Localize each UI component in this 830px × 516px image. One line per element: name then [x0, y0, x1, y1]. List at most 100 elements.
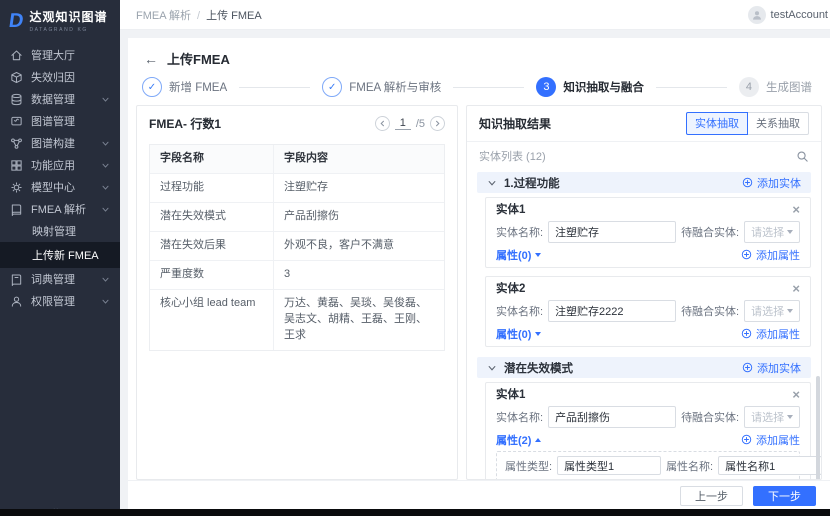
tab-relation-extract[interactable]: 关系抽取 — [747, 112, 809, 135]
breadcrumb: FMEA 解析 / 上传 FMEA — [136, 7, 262, 23]
add-attr-link[interactable]: 添加属性 — [741, 432, 800, 448]
wizard-footer: 上一步 下一步 — [128, 480, 830, 510]
logo-icon: D — [7, 9, 25, 32]
section-process-function[interactable]: 1.过程功能 添加实体 — [477, 172, 811, 193]
tab-entity-extract[interactable]: 实体抽取 — [686, 112, 748, 135]
sidebar-item-data-management[interactable]: 数据管理 — [0, 88, 120, 110]
field-name: 核心小组 lead team — [150, 289, 274, 350]
attr-name-input[interactable] — [718, 456, 821, 475]
grid-icon — [11, 159, 22, 171]
merge-entity-select[interactable]: 请选择 — [744, 300, 800, 322]
page-title: 上传FMEA — [167, 52, 230, 67]
caret-down-icon — [535, 331, 542, 336]
add-attr-link[interactable]: 添加属性 — [741, 247, 800, 263]
chevron-down-icon — [102, 185, 109, 190]
step-new-fmea: ✓ 新增 FMEA — [142, 77, 227, 97]
merge-entity-select[interactable]: 请选择 — [744, 221, 800, 243]
topbar: FMEA 解析 / 上传 FMEA testAccount — [120, 0, 830, 30]
step-check-icon: ✓ — [142, 77, 162, 97]
close-icon[interactable]: × — [792, 388, 800, 401]
table-row: 严重度数 3 — [150, 260, 444, 290]
fmea-panel-header: FMEA- 行数1 1 /5 — [137, 106, 457, 139]
breadcrumb-section[interactable]: FMEA 解析 — [136, 10, 191, 22]
entity-card-title: 实体1 — [496, 389, 526, 401]
back-arrow-icon[interactable]: ← — [144, 52, 158, 66]
search-icon[interactable] — [796, 150, 809, 163]
breadcrumb-separator: / — [197, 9, 201, 22]
field-value: 万达、黄磊、吴琰、吴俊磊、吴志文、胡精、王磊、王刚、王求 — [284, 296, 427, 341]
table-row: 过程功能 注塑贮存 — [150, 173, 444, 203]
sidebar-item-mapping-management[interactable]: 映射管理 — [0, 220, 120, 242]
sidebar-item-graph-management[interactable]: 图谱管理 — [0, 110, 120, 132]
attr-type-input[interactable] — [557, 456, 662, 475]
field-name: 严重度数 — [150, 260, 274, 289]
plus-circle-icon — [742, 177, 753, 188]
prev-page-button[interactable] — [374, 116, 390, 131]
sidebar-nav: 管理大厅 失效归因 数据管理 图谱管理 图谱构建 功能应用 模型中心 FMEA … — [0, 40, 120, 312]
table-row: 潜在失效模式 产品刮擦伤 — [150, 202, 444, 232]
gear-icon — [11, 181, 22, 193]
attr-row: 属性(0) 添加属性 — [496, 247, 800, 263]
field-value: 3 — [284, 267, 291, 280]
page-header: ← 上传FMEA — [128, 38, 830, 68]
sidebar-item-fmea-parse[interactable]: FMEA 解析 — [0, 198, 120, 220]
entity-card: 实体2 × 实体名称: 待融合实体: 请选择 属性 — [485, 276, 811, 347]
entity-card-title: 实体1 — [496, 204, 526, 216]
stepper: ✓ 新增 FMEA ✓ FMEA 解析与审核 3 知识抽取与融合 4 生成图谱 — [128, 68, 830, 105]
sidebar-item-dictionary-management[interactable]: 词典管理 — [0, 268, 120, 290]
entity-name-input[interactable] — [548, 406, 677, 428]
user-menu[interactable]: testAccount — [747, 5, 828, 24]
add-entity-link[interactable]: 添加实体 — [742, 175, 801, 191]
attr-toggle[interactable]: 属性(2) — [496, 432, 542, 448]
entity-card-header: 实体1 × — [496, 203, 800, 217]
sidebar-item-failure-attribution[interactable]: 失效归因 — [0, 66, 120, 88]
entity-card-title: 实体2 — [496, 283, 526, 295]
sidebar-item-management-hall[interactable]: 管理大厅 — [0, 44, 120, 66]
table-row: 潜在失效后果 外观不良，客户不满意 — [150, 231, 444, 261]
add-entity-link[interactable]: 添加实体 — [742, 360, 801, 376]
merge-entity-select[interactable]: 请选择 — [744, 406, 800, 428]
close-icon[interactable]: × — [792, 282, 800, 295]
breadcrumb-current: 上传 FMEA — [206, 9, 262, 22]
merge-entity-label: 待融合实体: — [681, 227, 740, 239]
prev-step-button[interactable]: 上一步 — [680, 485, 743, 506]
attr-name-label: 属性名称: — [666, 460, 714, 473]
fmea-panel-title: FMEA- 行数1 — [149, 117, 222, 131]
next-page-button[interactable] — [430, 116, 445, 131]
column-header: 字段内容 — [284, 152, 328, 164]
attr-toggle[interactable]: 属性(0) — [496, 247, 542, 263]
entity-list-count: 实体列表 (12) — [479, 151, 546, 163]
add-attr-link[interactable]: 添加属性 — [741, 326, 800, 342]
close-icon[interactable]: × — [792, 203, 800, 216]
sidebar-item-graph-build[interactable]: 图谱构建 — [0, 132, 120, 154]
page-number-input[interactable]: 1 — [394, 117, 411, 130]
sidebar-item-permission-management[interactable]: 权限管理 — [0, 290, 120, 312]
scrollbar-thumb[interactable] — [816, 376, 820, 479]
chevron-down-icon — [102, 277, 109, 282]
entity-name-input[interactable] — [548, 221, 677, 243]
sidebar-item-function-apps[interactable]: 功能应用 — [0, 154, 120, 176]
caret-down-icon — [535, 252, 542, 257]
caret-down-icon — [787, 309, 793, 313]
table-row: 核心小组 lead team 万达、黄磊、吴琰、吴俊磊、吴志文、胡精、王磊、王刚… — [150, 289, 444, 350]
section-potential-failure-mode[interactable]: 潜在失效模式 添加实体 — [477, 357, 811, 378]
field-name: 潜在失效模式 — [150, 202, 274, 231]
field-value: 注塑贮存 — [284, 180, 328, 193]
panels: FMEA- 行数1 1 /5 字段名称 字段内容 过程功能 注塑贮存 潜在失效模… — [128, 105, 830, 480]
sidebar-item-model-center[interactable]: 模型中心 — [0, 176, 120, 198]
sidebar-item-upload-new-fmea[interactable]: 上传新 FMEA — [0, 242, 120, 268]
field-value: 产品刮擦伤 — [284, 209, 339, 222]
step-generate-graph: 4 生成图谱 — [738, 77, 812, 97]
attribute-row: 属性类型: 属性名称: — [505, 456, 821, 475]
graph-manage-icon — [11, 116, 22, 125]
plus-circle-icon — [741, 249, 752, 260]
next-step-button[interactable]: 下一步 — [753, 485, 816, 506]
book-icon — [11, 204, 22, 216]
entity-name-input[interactable] — [548, 300, 677, 322]
plus-circle-icon — [741, 434, 752, 445]
avatar — [747, 5, 766, 24]
app-logo: D 达观知识图谱 DATAGRAND KG — [0, 0, 120, 40]
attr-toggle[interactable]: 属性(0) — [496, 326, 542, 342]
merge-entity-label: 待融合实体: — [681, 306, 740, 318]
nodes-icon — [11, 137, 22, 149]
